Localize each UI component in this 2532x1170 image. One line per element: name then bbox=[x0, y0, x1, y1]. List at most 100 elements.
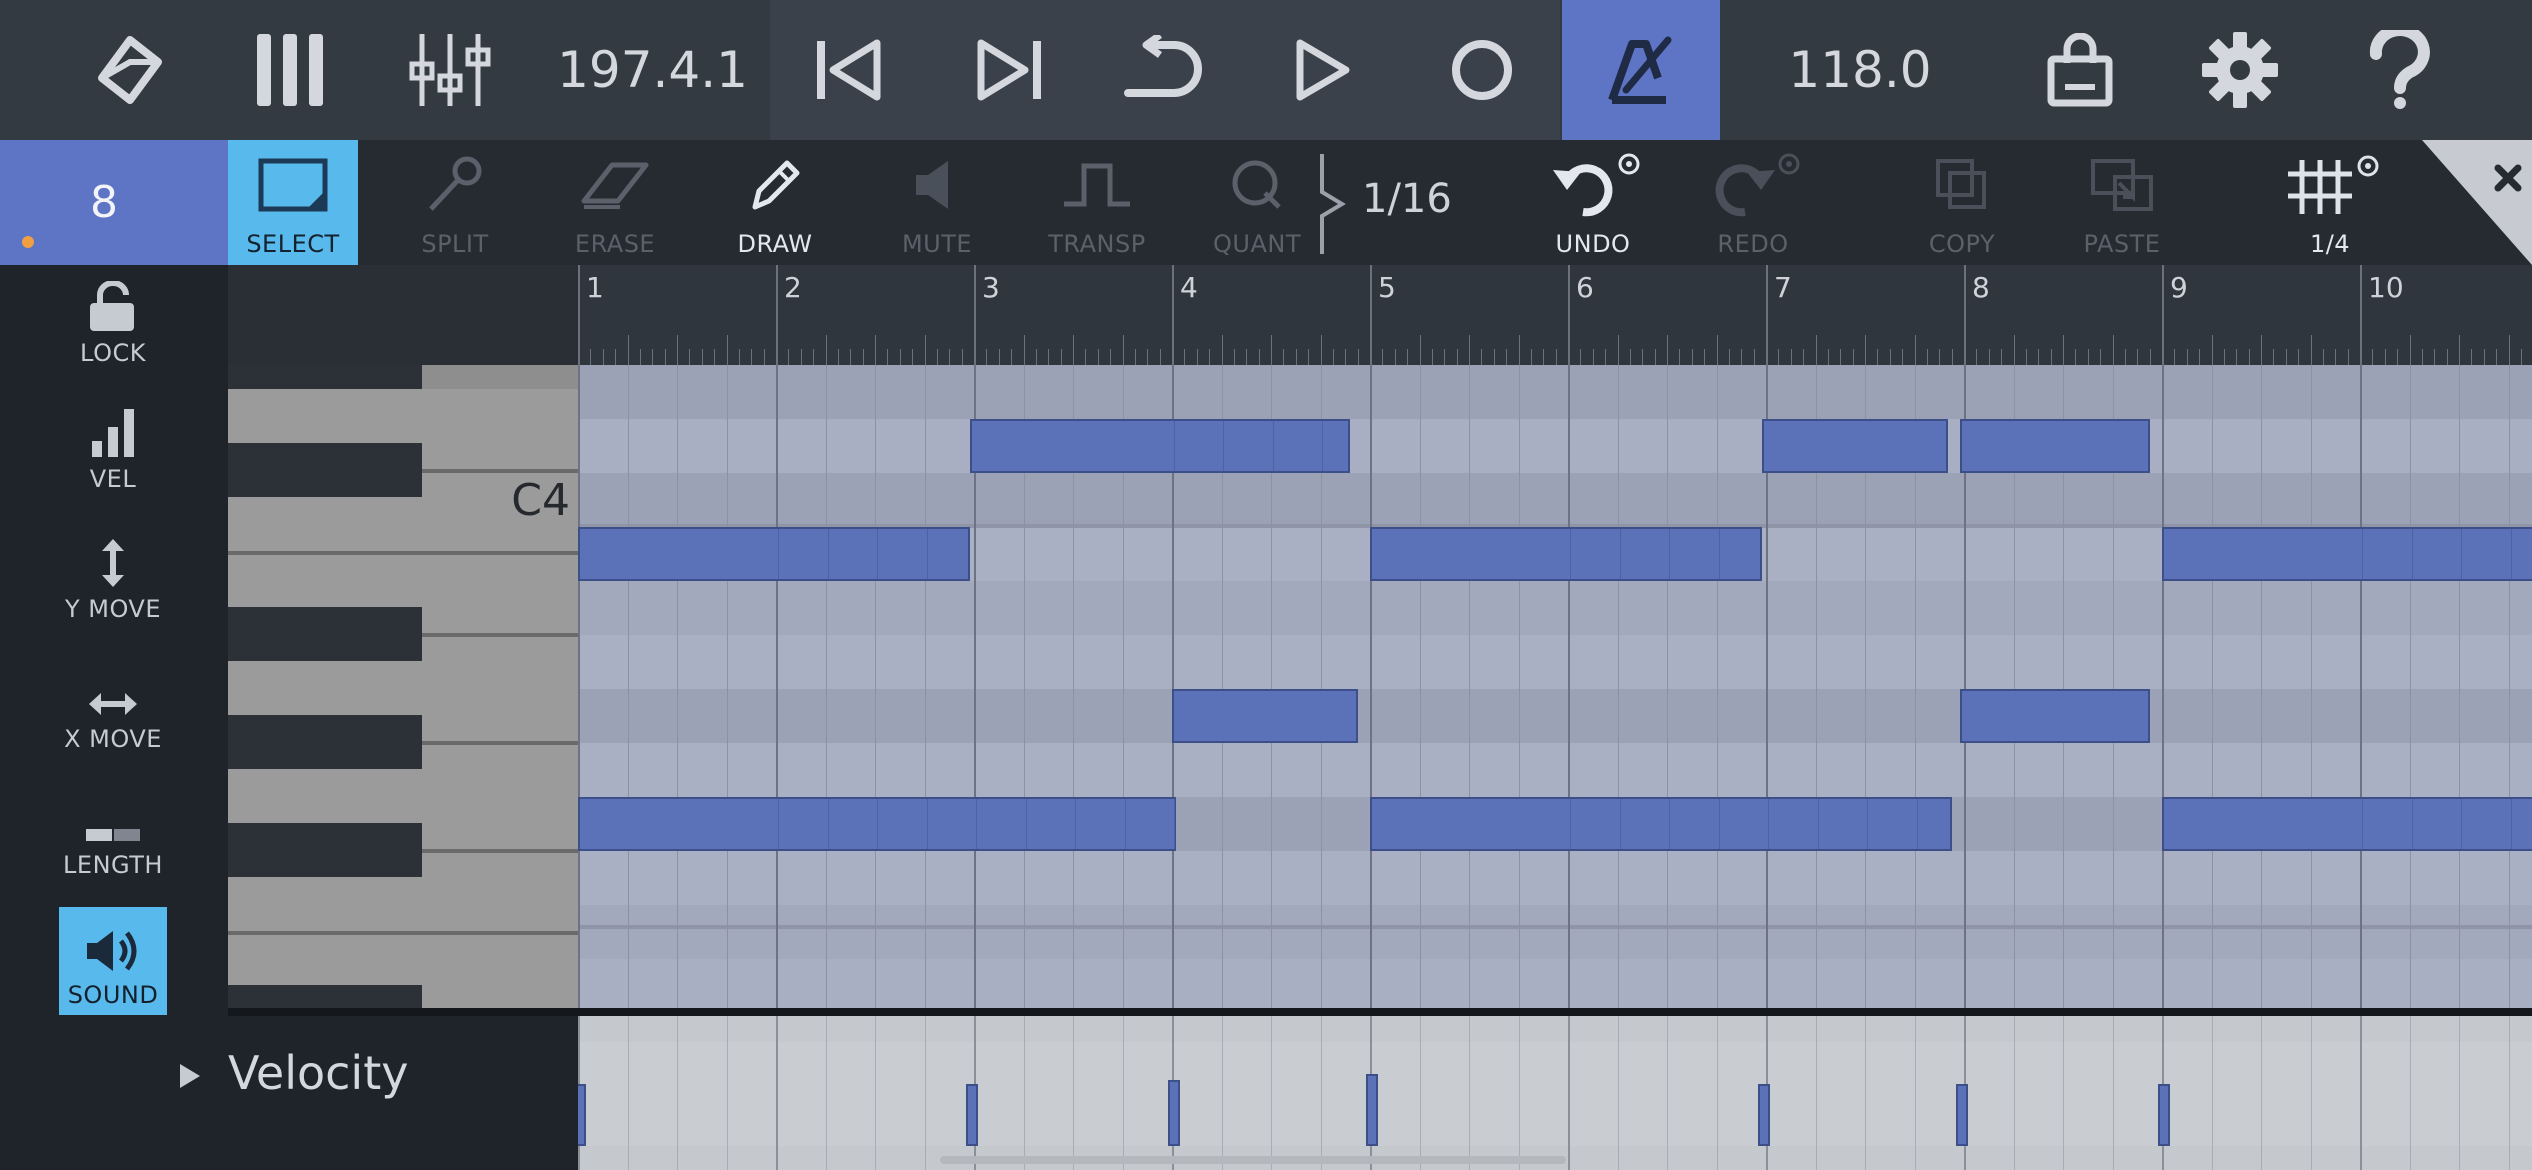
track-indicator[interactable]: 8 bbox=[0, 140, 228, 265]
ruler-tick bbox=[1976, 349, 1978, 365]
velocity-scrollbar[interactable] bbox=[940, 1156, 1566, 1164]
midi-note[interactable] bbox=[1960, 689, 2151, 743]
velocity-marker[interactable] bbox=[1956, 1084, 1969, 1146]
velocity-lane[interactable] bbox=[578, 1016, 2532, 1170]
tempo-display[interactable]: 118.0 bbox=[1760, 0, 1960, 140]
midi-note[interactable] bbox=[578, 527, 971, 581]
close-editor-button[interactable] bbox=[2422, 140, 2532, 265]
velocity-lane-header[interactable]: Velocity bbox=[0, 1016, 578, 1170]
x-move-button[interactable]: X MOVE bbox=[59, 651, 167, 759]
skip-back-button[interactable] bbox=[800, 0, 900, 140]
y-move-button[interactable]: Y MOVE bbox=[59, 521, 167, 629]
ruler-tick bbox=[2174, 349, 2176, 365]
ruler-bar-line bbox=[776, 265, 778, 365]
sound-button[interactable]: SOUND bbox=[59, 907, 167, 1015]
midi-note[interactable] bbox=[1172, 689, 1359, 743]
tool-draw-label: DRAW bbox=[737, 230, 813, 258]
undo-button[interactable]: UNDO bbox=[1513, 140, 1673, 265]
velocity-marker[interactable] bbox=[1758, 1084, 1771, 1146]
velocity-mode-button[interactable]: VEL bbox=[59, 391, 167, 499]
grid-row bbox=[578, 905, 2532, 959]
velocity-marker[interactable] bbox=[578, 1084, 586, 1146]
lock-button[interactable]: LOCK bbox=[59, 265, 167, 373]
velocity-beat-line bbox=[1617, 1016, 1619, 1170]
midi-note[interactable] bbox=[1370, 797, 1953, 851]
paste-button[interactable]: PASTE bbox=[2042, 140, 2202, 265]
tool-transpose[interactable]: TRANSP bbox=[1017, 140, 1177, 265]
ruler-tick bbox=[1246, 349, 1248, 365]
skip-forward-button[interactable] bbox=[958, 0, 1058, 140]
ruler-tick bbox=[1233, 349, 1235, 365]
ruler-tick bbox=[1048, 349, 1050, 365]
note-grid[interactable] bbox=[578, 365, 2532, 1013]
grid-button[interactable]: 1/4 bbox=[2250, 140, 2410, 265]
tool-mute[interactable]: MUTE bbox=[857, 140, 1017, 265]
tool-draw[interactable]: DRAW bbox=[695, 140, 855, 265]
tool-quantize[interactable]: QUANT bbox=[1177, 140, 1337, 265]
settings-button[interactable] bbox=[2190, 0, 2290, 140]
song-position[interactable]: 197.4.1 bbox=[557, 0, 748, 140]
loop-button[interactable] bbox=[1115, 0, 1215, 140]
black-key[interactable] bbox=[228, 715, 422, 769]
ruler-tick bbox=[1753, 349, 1755, 365]
midi-note[interactable] bbox=[970, 419, 1351, 473]
ruler-tick bbox=[1493, 349, 1495, 365]
lane-divider[interactable] bbox=[228, 1008, 2532, 1016]
keyboard-icon bbox=[257, 34, 323, 106]
scissors-icon bbox=[429, 156, 482, 211]
length-button[interactable]: LENGTH bbox=[59, 777, 167, 885]
beat-line bbox=[1469, 365, 1470, 1013]
quantize-value-selector[interactable]: 1/16 bbox=[1318, 152, 1458, 256]
black-key[interactable] bbox=[228, 607, 422, 661]
ruler-tick bbox=[1902, 349, 1904, 365]
mixer-button[interactable] bbox=[400, 0, 500, 140]
ruler-tick bbox=[1679, 349, 1681, 365]
midi-note[interactable] bbox=[1960, 419, 2151, 473]
help-button[interactable] bbox=[2350, 0, 2450, 140]
midi-note[interactable] bbox=[1762, 419, 1949, 473]
ruler-tick bbox=[1419, 335, 1421, 365]
project-button[interactable] bbox=[80, 0, 180, 140]
velocity-marker[interactable] bbox=[1366, 1074, 1378, 1146]
note-beat-tick bbox=[1173, 421, 1175, 471]
ruler-bar-line bbox=[1370, 265, 1372, 365]
copy-button[interactable]: COPY bbox=[1882, 140, 2042, 265]
midi-note[interactable] bbox=[578, 797, 1176, 851]
ruler-tick bbox=[912, 349, 914, 365]
midi-note[interactable] bbox=[1370, 527, 1763, 581]
bar-ruler[interactable]: 1 2 3 4 5 6 7 8 9 10 bbox=[578, 265, 2532, 365]
velocity-beat-line bbox=[2459, 1016, 2460, 1170]
note-beat-tick bbox=[877, 799, 878, 849]
note-beat-tick bbox=[1718, 799, 1720, 849]
note-beat-tick bbox=[1718, 529, 1720, 579]
ruler-tick bbox=[1407, 349, 1409, 365]
velocity-beat-line bbox=[1073, 1016, 1074, 1170]
velocity-marker[interactable] bbox=[2158, 1084, 2170, 1146]
grid-row bbox=[578, 851, 2532, 905]
tool-erase[interactable]: ERASE bbox=[535, 140, 695, 265]
velocity-marker[interactable] bbox=[1168, 1080, 1180, 1146]
black-key[interactable] bbox=[228, 443, 422, 497]
redo-button[interactable]: REDO bbox=[1673, 140, 1833, 265]
record-button[interactable] bbox=[1432, 0, 1532, 140]
ruler-tick bbox=[2050, 349, 2052, 365]
ruler-tick bbox=[986, 349, 988, 365]
paste-icon bbox=[2091, 159, 2153, 211]
ruler-tick bbox=[1134, 349, 1136, 365]
shop-button[interactable] bbox=[2030, 0, 2130, 140]
play-button[interactable] bbox=[1272, 0, 1372, 140]
midi-note[interactable] bbox=[2162, 797, 2532, 851]
velocity-marker[interactable] bbox=[966, 1084, 979, 1146]
piano-keyboard[interactable]: C4 bbox=[228, 365, 578, 1013]
ruler-tick bbox=[2112, 335, 2114, 365]
metronome-button[interactable] bbox=[1562, 0, 1720, 140]
midi-note[interactable] bbox=[2162, 527, 2532, 581]
white-key[interactable] bbox=[422, 365, 578, 389]
ruler-tick bbox=[2446, 349, 2448, 365]
black-key[interactable] bbox=[228, 365, 422, 389]
tool-select[interactable]: SELECT bbox=[228, 140, 358, 265]
tool-split[interactable]: SPLIT bbox=[375, 140, 535, 265]
velocity-beat-line bbox=[1914, 1016, 1916, 1170]
keyboard-button[interactable] bbox=[240, 0, 340, 140]
black-key[interactable] bbox=[228, 823, 422, 877]
